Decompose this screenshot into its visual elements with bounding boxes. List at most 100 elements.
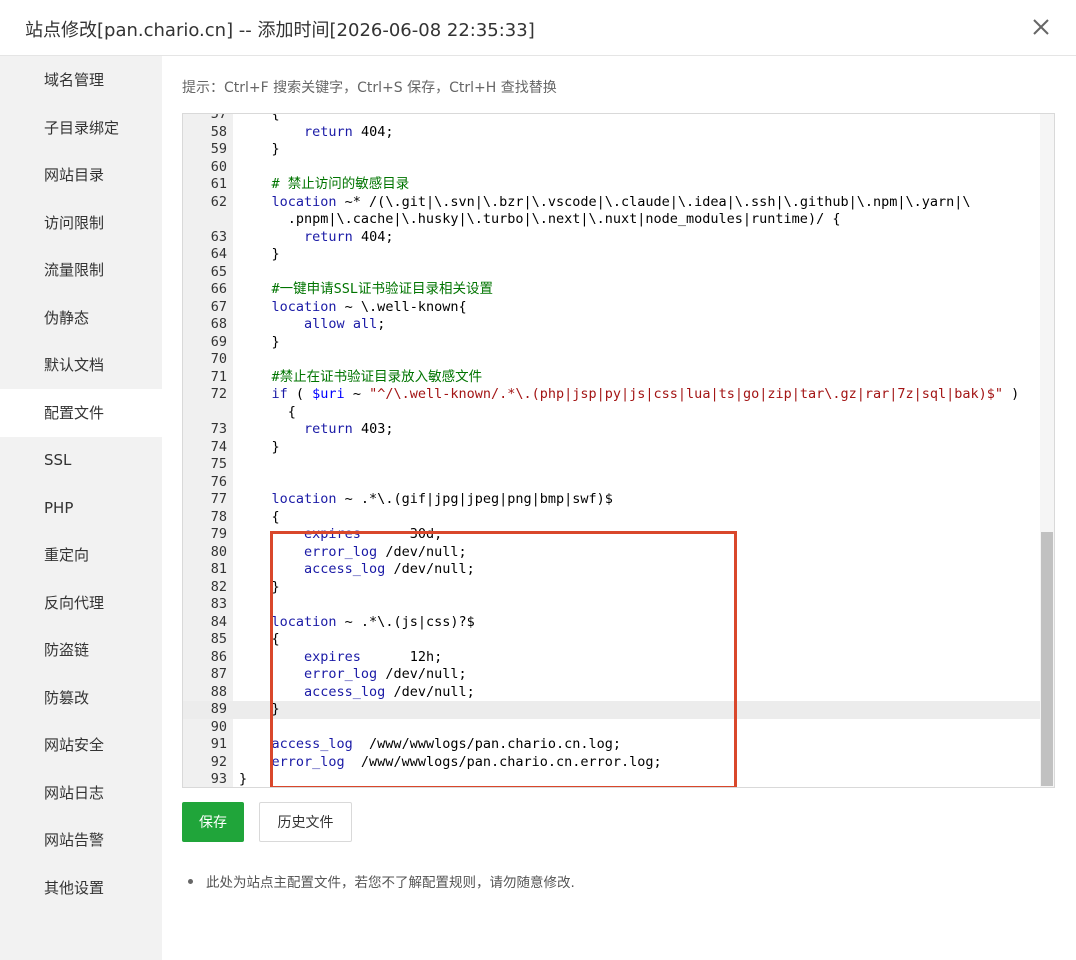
line-text-wrapped: { [239, 403, 296, 420]
line-text: } [239, 438, 280, 455]
line-text: location ~* /(\.git|\.svn|\.bzr|\.vscode… [271, 193, 971, 210]
code-line[interactable]: 72 if ( $uri ~ "^/\.well-known/.*\.(php|… [183, 386, 1041, 421]
line-number: 86 [210, 648, 227, 665]
line-number: 60 [210, 158, 227, 175]
sidebar-item[interactable]: 网站目录 [0, 151, 162, 199]
code-line[interactable]: 83 [183, 596, 1041, 614]
code-line[interactable]: 93} [183, 771, 1041, 787]
line-number: 80 [210, 543, 227, 560]
sidebar-item[interactable]: 网站日志 [0, 769, 162, 817]
sidebar-item[interactable]: 防篡改 [0, 674, 162, 722]
sidebar-item[interactable]: 反向代理 [0, 579, 162, 627]
code-line[interactable]: 75 [183, 456, 1041, 474]
code-editor[interactable]: 57 {58 return 404; 59 } 60 61 # 禁止访问的敏感目录 62… [182, 113, 1055, 788]
code-line[interactable]: 62 location ~* /(\.git|\.svn|\.bzr|\.vsc… [183, 194, 1041, 229]
line-number: 74 [210, 438, 227, 455]
code-line[interactable]: 57 { [183, 114, 1041, 124]
code-line[interactable]: 86 expires 12h; [183, 649, 1041, 667]
line-number: 69 [210, 333, 227, 350]
line-number: 90 [210, 718, 227, 735]
line-text: { [239, 631, 280, 647]
line-number: 75 [210, 456, 227, 472]
line-number: 91 [210, 736, 227, 752]
code-line[interactable]: 58 return 404; [183, 124, 1041, 142]
code-line[interactable]: 66 #一键申请SSL证书验证目录相关设置 [183, 281, 1041, 299]
line-text: error_log /dev/null; [304, 543, 467, 560]
line-number: 66 [210, 281, 227, 297]
sidebar-item[interactable]: PHP [0, 484, 162, 532]
sidebar-item[interactable]: 伪静态 [0, 294, 162, 342]
close-icon[interactable] [1028, 14, 1054, 40]
code-line[interactable]: 77 location ~ .*\.(gif|jpg|jpeg|png|bmp|… [183, 491, 1041, 509]
line-text: expires 30d; [304, 526, 443, 542]
code-line[interactable]: 79 expires 30d; [183, 526, 1041, 544]
code-line[interactable]: 81 access_log /dev/null; [183, 561, 1041, 579]
code-line[interactable]: 61 # 禁止访问的敏感目录 [183, 176, 1041, 194]
sidebar-item[interactable]: 网站安全 [0, 721, 162, 769]
line-text: error_log /www/wwwlogs/pan.chario.cn.err… [271, 753, 662, 770]
code-line[interactable]: 76 [183, 474, 1041, 492]
sidebar-item[interactable]: 网站告警 [0, 816, 162, 864]
code-line[interactable]: 88 access_log /dev/null; [183, 684, 1041, 702]
code-line[interactable]: 63 return 404; [183, 229, 1041, 247]
line-text: { [239, 508, 280, 525]
save-button[interactable]: 保存 [182, 802, 244, 842]
line-text: location ~ .*\.(js|css)?$ [271, 613, 475, 630]
sidebar-item[interactable]: 流量限制 [0, 246, 162, 294]
code-line[interactable]: 82 } [183, 579, 1041, 597]
history-file-button[interactable]: 历史文件 [259, 802, 352, 842]
code-line[interactable]: 65 [183, 264, 1041, 282]
line-number: 73 [210, 421, 227, 437]
code-line[interactable]: 87 error_log /dev/null; [183, 666, 1041, 684]
line-number: 78 [210, 508, 227, 525]
line-text: } [239, 578, 280, 595]
code-line[interactable]: 74 } [183, 439, 1041, 457]
line-text: } [239, 246, 280, 262]
code-line[interactable]: 78 { [183, 509, 1041, 527]
line-text: return 404; [304, 123, 394, 140]
code-line[interactable]: 84 location ~ .*\.(js|css)?$ [183, 614, 1041, 632]
line-number: 83 [210, 596, 227, 612]
code-line[interactable]: 59 } [183, 141, 1041, 159]
sidebar-item[interactable]: 域名管理 [0, 56, 162, 104]
code-content[interactable]: 57 {58 return 404; 59 } 60 61 # 禁止访问的敏感目录 62… [183, 114, 1041, 787]
editor-scrollbar[interactable] [1040, 114, 1054, 787]
line-text: #一键申请SSL证书验证目录相关设置 [239, 281, 494, 297]
sidebar-item[interactable]: 配置文件 [0, 388, 162, 437]
line-text: access_log /www/wwwlogs/pan.chario.cn.lo… [271, 736, 622, 752]
line-number: 71 [210, 368, 227, 385]
sidebar-item[interactable]: 默认文档 [0, 341, 162, 389]
code-line[interactable]: 89 } [183, 701, 1041, 719]
line-number: 70 [210, 351, 227, 367]
code-line[interactable]: 70 [183, 351, 1041, 369]
code-line[interactable]: 80 error_log /dev/null; [183, 544, 1041, 562]
code-line[interactable]: 68 allow all; [183, 316, 1041, 334]
sidebar-item[interactable]: 其他设置 [0, 864, 162, 912]
sidebar-item[interactable]: 访问限制 [0, 199, 162, 247]
sidebar-item[interactable]: 重定向 [0, 531, 162, 579]
code-line[interactable]: 67 location ~ \.well-known{ [183, 299, 1041, 317]
line-text: #禁止在证书验证目录放入敏感文件 [239, 368, 483, 385]
line-text: } [239, 141, 280, 157]
code-line[interactable]: 69 } [183, 334, 1041, 352]
editor-scrollbar-thumb[interactable] [1041, 532, 1053, 786]
code-line[interactable]: 90 [183, 719, 1041, 737]
line-number: 79 [210, 526, 227, 542]
code-line[interactable]: 91 access_log /www/wwwlogs/pan.chario.cn… [183, 736, 1041, 754]
code-line[interactable]: 85 { [183, 631, 1041, 649]
code-line[interactable]: 73 return 403; [183, 421, 1041, 439]
line-text: location ~ .*\.(gif|jpg|jpeg|png|bmp|swf… [271, 491, 613, 507]
line-number: 82 [210, 578, 227, 595]
sidebar-item[interactable]: SSL [0, 436, 162, 484]
code-line[interactable]: 60 [183, 159, 1041, 177]
code-line[interactable]: 92 error_log /www/wwwlogs/pan.chario.cn.… [183, 754, 1041, 772]
sidebar-item[interactable]: 子目录绑定 [0, 104, 162, 152]
line-number: 61 [210, 176, 227, 192]
line-text: return 403; [304, 421, 394, 437]
code-line[interactable]: 64 } [183, 246, 1041, 264]
line-number: 64 [210, 246, 227, 262]
code-line[interactable]: 71 #禁止在证书验证目录放入敏感文件 [183, 369, 1041, 387]
line-number: 65 [210, 263, 227, 280]
settings-sidebar: 域名管理 子目录绑定 网站目录 访问限制 流量限制 伪静态 默认文档 配置文件 SSL PHP 重定… [0, 56, 162, 960]
sidebar-item[interactable]: 防盗链 [0, 626, 162, 674]
